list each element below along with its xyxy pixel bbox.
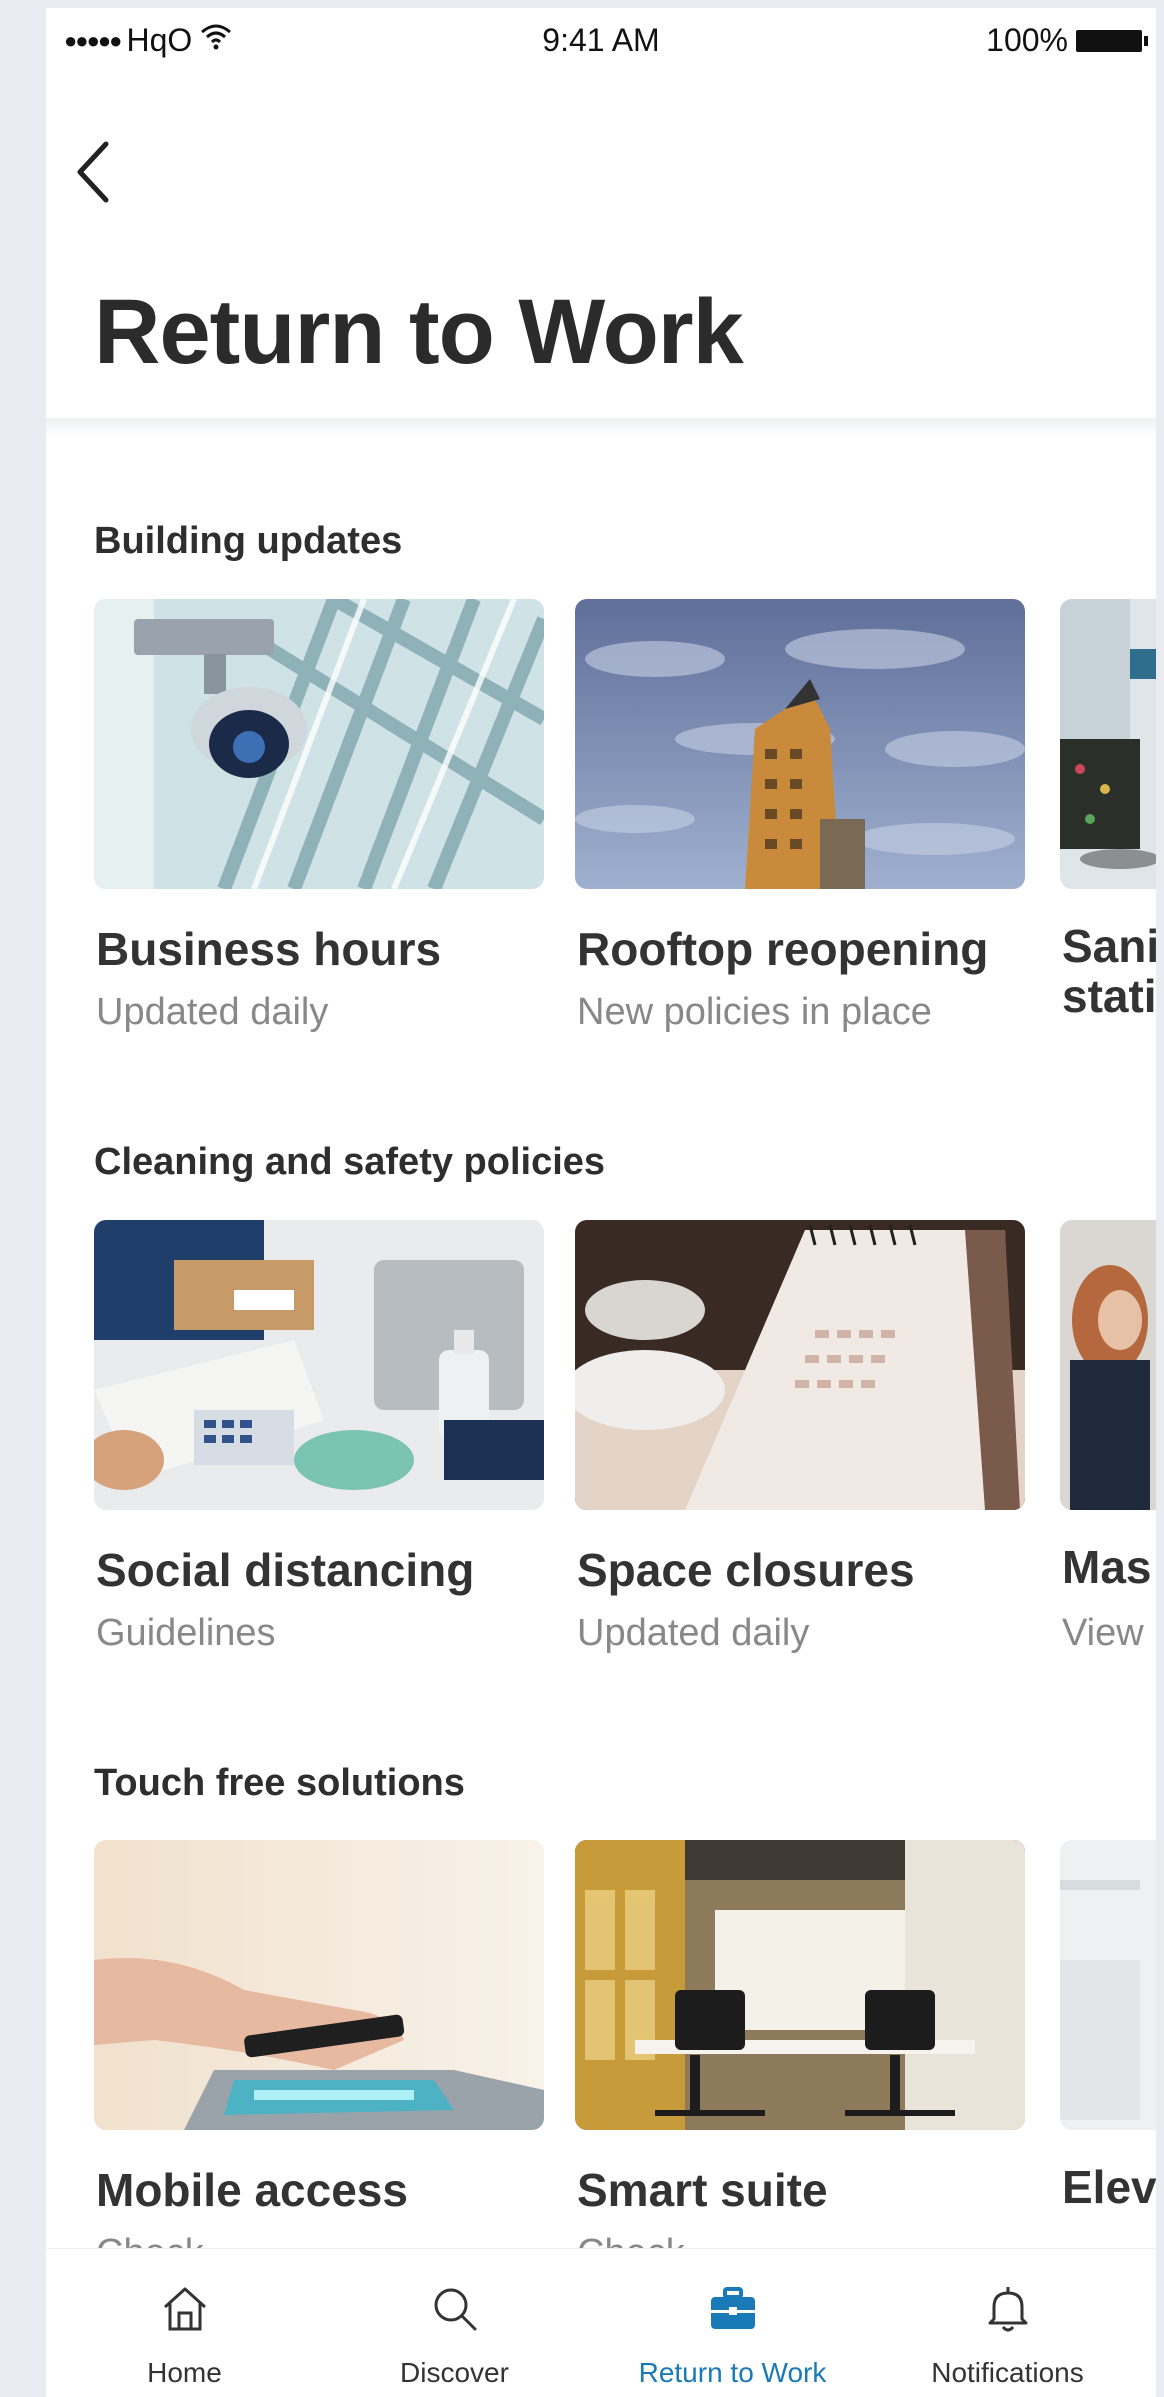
tab-discover[interactable]: Discover bbox=[316, 2249, 593, 2397]
card-title: Mobile access bbox=[96, 2164, 408, 2216]
tab-label: Return to Work bbox=[638, 2357, 827, 2388]
bell-icon bbox=[988, 2287, 1027, 2332]
card-rooftop-reopening[interactable]: Rooftop reopening New policies in place bbox=[575, 599, 1025, 1033]
search-icon bbox=[434, 2288, 476, 2331]
card-image bbox=[1060, 1220, 1156, 1510]
tab-return-to-work[interactable]: Return to Work bbox=[594, 2249, 871, 2397]
card-image bbox=[94, 599, 544, 889]
card-title: Mas bbox=[1062, 1541, 1152, 1593]
back-button[interactable] bbox=[66, 132, 126, 212]
tab-home[interactable]: Home bbox=[46, 2249, 323, 2397]
card-subtitle: View bbox=[1062, 1612, 1144, 1654]
card-image bbox=[575, 1840, 1025, 2130]
home-icon bbox=[163, 2287, 206, 2331]
card-business-hours[interactable]: Business hours Updated daily bbox=[94, 599, 544, 1033]
card-elevators[interactable]: Elev bbox=[1060, 1840, 1156, 2212]
card-title: Sani stati bbox=[1062, 920, 1156, 1022]
card-subtitle: Updated daily bbox=[96, 991, 329, 1033]
tab-label: Home bbox=[147, 2357, 222, 2388]
card-title: Business hours bbox=[96, 923, 442, 975]
card-title: Elev bbox=[1062, 2161, 1156, 2213]
section-title-cleaning-safety: Cleaning and safety policies bbox=[94, 1141, 606, 1183]
card-image bbox=[575, 1220, 1025, 1510]
phone-screen: ●●●●● HqO 9:41 AM 100% Return to Work Bu… bbox=[46, 8, 1156, 2397]
card-image bbox=[1060, 1840, 1156, 2130]
battery: 100% bbox=[986, 22, 1148, 59]
card-image bbox=[1060, 599, 1156, 889]
card-subtitle: Guidelines bbox=[96, 1612, 276, 1654]
status-bar: ●●●●● HqO 9:41 AM 100% bbox=[46, 8, 1156, 72]
card-subtitle: New policies in place bbox=[577, 991, 932, 1033]
card-social-distancing[interactable]: Social distancing Guidelines bbox=[94, 1220, 544, 1654]
tab-label: Discover bbox=[400, 2357, 509, 2388]
card-title: Rooftop reopening bbox=[577, 923, 989, 975]
chevron-left-icon bbox=[77, 141, 109, 203]
header-divider bbox=[46, 418, 1156, 436]
battery-icon bbox=[1076, 29, 1148, 52]
section-title-building-updates: Building updates bbox=[94, 520, 403, 562]
briefcase-icon bbox=[710, 2287, 755, 2329]
card-image bbox=[94, 1220, 544, 1510]
card-sanitization-stations[interactable]: Sani stati bbox=[1060, 599, 1156, 1021]
card-image bbox=[94, 1840, 544, 2130]
card-space-closures[interactable]: Space closures Updated daily bbox=[575, 1220, 1025, 1654]
card-mobile-access[interactable]: Mobile access Check bbox=[94, 1840, 544, 2274]
right-rail bbox=[1156, 0, 1164, 2397]
card-title: Space closures bbox=[577, 1544, 915, 1596]
card-image bbox=[575, 599, 1025, 889]
tab-bar: Home Discover Return to Work Notificatio… bbox=[46, 2248, 1156, 2397]
tab-label: Notifications bbox=[931, 2357, 1084, 2388]
section-title-touch-free: Touch free solutions bbox=[94, 1762, 465, 1804]
page-title: Return to Work bbox=[94, 281, 744, 383]
card-title: Social distancing bbox=[96, 1544, 475, 1596]
card-masks[interactable]: Mas View bbox=[1060, 1220, 1156, 1654]
battery-label: 100% bbox=[986, 22, 1068, 58]
card-subtitle: Updated daily bbox=[577, 1612, 810, 1654]
tab-notifications[interactable]: Notifications bbox=[869, 2249, 1146, 2397]
card-smart-suite[interactable]: Smart suite Check bbox=[575, 1840, 1025, 2274]
card-title: Smart suite bbox=[577, 2164, 828, 2216]
